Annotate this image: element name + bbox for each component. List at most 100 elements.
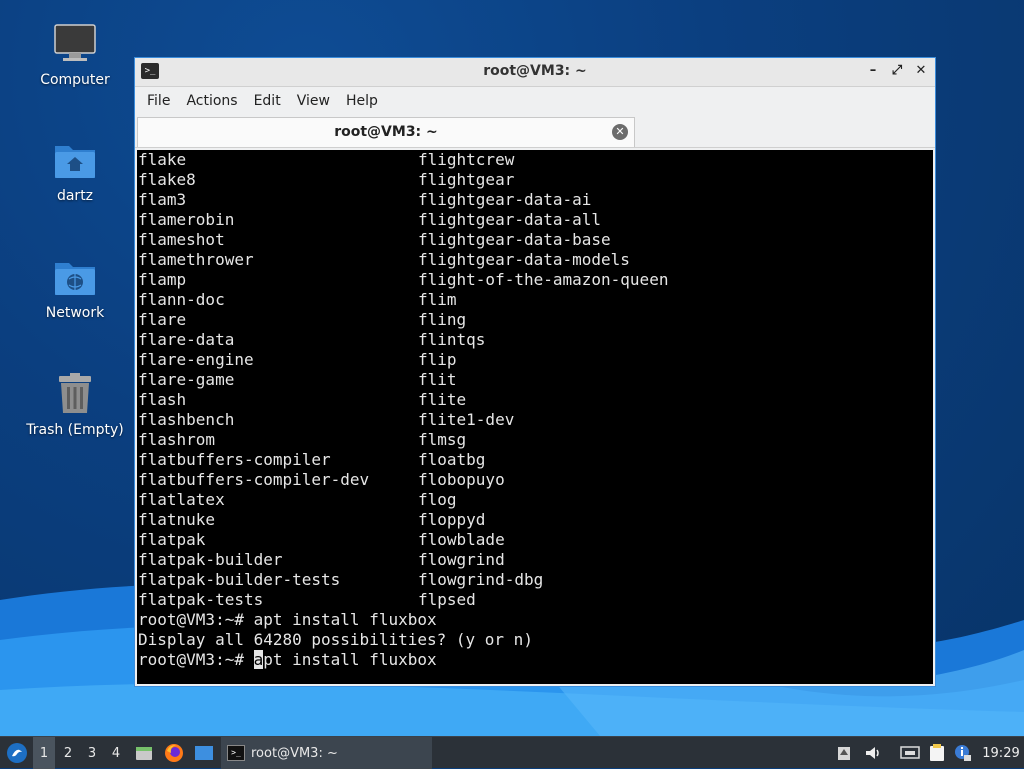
tray-volume[interactable] [862, 737, 884, 769]
clock[interactable]: 19:29 [978, 737, 1024, 769]
close-button[interactable]: ✕ [913, 62, 929, 80]
workspace-2[interactable]: 2 [57, 737, 79, 769]
package-name: flatpak-builder [138, 550, 283, 569]
taskbar-task-terminal[interactable]: >_ root@VM3: ~ [221, 737, 432, 769]
menu-actions[interactable]: Actions [178, 93, 245, 109]
package-name: flatbuffers-compiler [138, 450, 331, 469]
package-name: flit [418, 370, 457, 389]
package-name: flash [138, 390, 187, 409]
package-name: flightcrew [418, 150, 515, 169]
package-name: flatnuke [138, 510, 216, 529]
package-name: flight-of-the-amazon-queen [418, 270, 669, 289]
package-name: flamerobin [138, 210, 235, 229]
file-manager-icon [136, 747, 152, 760]
tab-terminal[interactable]: root@VM3: ~ ✕ [137, 117, 635, 147]
speaker-icon [866, 747, 879, 759]
package-name: flam3 [138, 190, 187, 209]
menu-file[interactable]: File [139, 93, 178, 109]
desktop-icon-label: dartz [56, 188, 94, 204]
package-name: flmsg [418, 430, 467, 449]
desktop-icon-label: Trash (Empty) [26, 422, 124, 438]
terminal-task-icon: >_ [227, 745, 245, 761]
maximize-button[interactable]: ⤢ [889, 62, 905, 80]
file-manager-launcher[interactable] [133, 737, 155, 769]
tab-title: root@VM3: ~ [334, 124, 438, 140]
shell-prompt: root@VM3:~# [138, 650, 254, 669]
package-name: flake8 [138, 170, 196, 189]
firefox-launcher[interactable] [163, 737, 185, 769]
package-name: flip [418, 350, 457, 369]
tray-clipboard[interactable] [926, 737, 948, 769]
package-name: flann-doc [138, 290, 225, 309]
terminal-output[interactable]: flake flightcrew flake8 flightgear flam3 flig… [137, 150, 933, 684]
show-desktop-button[interactable] [193, 737, 215, 769]
command-line: root@VM3:~# apt install fluxbox [138, 610, 437, 629]
trash-icon [53, 372, 97, 416]
home-folder-icon [53, 138, 97, 182]
minimize-button[interactable]: – [865, 62, 881, 80]
desktop-icon-label: Computer [40, 72, 110, 88]
package-name: flintqs [418, 330, 486, 349]
package-name: flatpak-builder-tests [138, 570, 341, 589]
desktop-icon-computer[interactable]: Computer [15, 22, 135, 88]
package-name: flowgrind [418, 550, 505, 569]
package-name: flare-engine [138, 350, 254, 369]
package-name: flameshot [138, 230, 225, 249]
tray-update-notifier[interactable] [834, 737, 854, 769]
package-name: flamethrower [138, 250, 254, 269]
package-name: flare-data [138, 330, 235, 349]
workspace-3[interactable]: 3 [81, 737, 103, 769]
desktop-icon-network[interactable]: Network [15, 255, 135, 321]
current-input-text: root@VM3:~# apt install fluxbox [138, 650, 437, 670]
desktop-icon [195, 746, 213, 760]
package-name: flowgrind-dbg [418, 570, 544, 589]
package-name: flite [418, 390, 467, 409]
network-wired-icon [900, 746, 920, 759]
package-name: flashrom [138, 430, 216, 449]
terminal-window: >_ root@VM3: ~ – ⤢ ✕ File Actions Edit V… [134, 57, 936, 687]
package-name: floatbg [418, 450, 486, 469]
input-text: pt install fluxbox [263, 650, 437, 669]
package-name: flatpak-tests [138, 590, 264, 609]
menu-help[interactable]: Help [338, 93, 386, 109]
menubar: File Actions Edit View Help [135, 87, 935, 115]
package-name: flobopuyo [418, 470, 505, 489]
desktop-icon-trash[interactable]: Trash (Empty) [15, 372, 135, 438]
app-menu-button[interactable] [4, 737, 30, 769]
package-name: flowblade [418, 530, 505, 549]
window-title: root@VM3: ~ [483, 63, 587, 79]
desktop-icon-home-folder[interactable]: dartz [15, 138, 135, 204]
package-name: flightgear-data-ai [418, 190, 592, 209]
package-name: flightgear [418, 170, 515, 189]
workspace-4[interactable]: 4 [105, 737, 127, 769]
clipboard-icon [838, 747, 850, 760]
taskbar: 1 2 3 4 >_ root@VM3: ~ 19:29 [0, 736, 1024, 769]
package-name: fling [418, 310, 467, 329]
desktop-icon-label: Network [45, 305, 105, 321]
package-name: flatbuffers-compiler-dev [138, 470, 370, 489]
package-name: flare [138, 310, 187, 329]
workspace-1[interactable]: 1 [33, 737, 55, 769]
tab-close-icon[interactable]: ✕ [612, 124, 628, 140]
package-name: flashbench [138, 410, 235, 429]
notes-icon [930, 744, 944, 761]
package-name: flatlatex [138, 490, 225, 509]
tab-bar: root@VM3: ~ ✕ [135, 115, 935, 148]
package-name: flightgear-data-all [418, 210, 602, 229]
window-titlebar[interactable]: >_ root@VM3: ~ – ⤢ ✕ [135, 58, 935, 87]
monitor-icon [53, 22, 97, 66]
text-cursor: a [253, 650, 264, 669]
menu-view[interactable]: View [289, 93, 338, 109]
info-badge-icon [955, 745, 971, 761]
firefox-icon [165, 744, 183, 762]
package-name: flamp [138, 270, 187, 289]
package-name: flake [138, 150, 187, 169]
lubuntu-logo-icon [7, 743, 27, 763]
tray-updates[interactable] [952, 737, 974, 769]
package-name: flpsed [418, 590, 476, 609]
package-name: flite1-dev [418, 410, 515, 429]
network-folder-icon [53, 255, 97, 299]
package-name: flim [418, 290, 457, 309]
tray-network[interactable] [898, 737, 922, 769]
menu-edit[interactable]: Edit [246, 93, 289, 109]
